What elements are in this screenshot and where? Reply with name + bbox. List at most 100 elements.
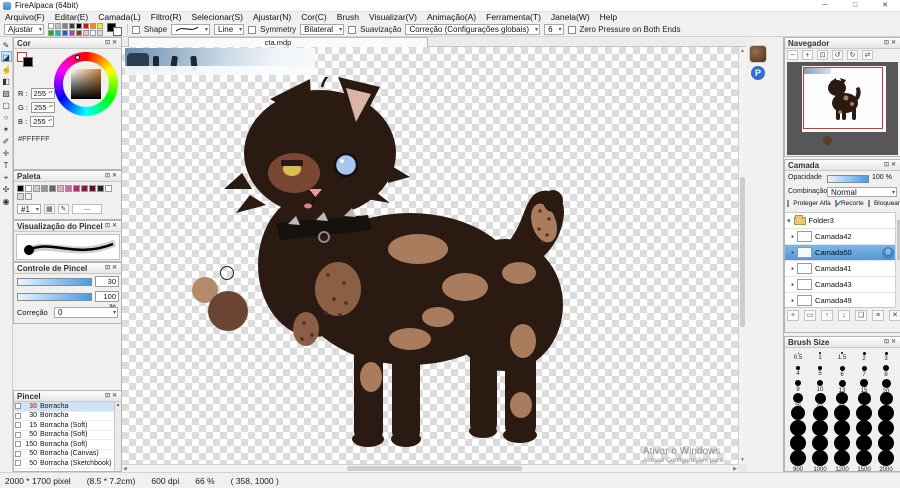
quick-color-swatch-15[interactable] — [96, 30, 103, 36]
layer-settings-icon[interactable]: ⚙ — [882, 247, 894, 259]
panel-close-icon[interactable]: ✕ — [891, 162, 898, 168]
shape-checkbox[interactable] — [131, 25, 140, 34]
vertical-scroll-thumb[interactable] — [740, 177, 745, 327]
panel-title-icons[interactable]: ⊡✕ — [105, 391, 119, 402]
brush-visible-checkbox[interactable] — [15, 403, 21, 410]
brush-size-1000[interactable]: 1000 — [809, 450, 831, 473]
panel-close-icon[interactable]: ✕ — [891, 40, 898, 46]
panel-title-icons[interactable]: ⊡✕ — [884, 160, 898, 171]
duplicate-layer-icon[interactable]: ❏ — [855, 310, 867, 321]
brush-size-3[interactable]: 3 — [875, 349, 897, 364]
select-pen-tool-icon[interactable]: ✐ — [1, 135, 12, 146]
palette-swatch-8[interactable] — [81, 185, 88, 192]
actual-size-icon[interactable]: ⊡ — [817, 50, 828, 60]
brush-visible-checkbox[interactable] — [15, 450, 21, 457]
panel-title-icons[interactable]: ⊡✕ — [105, 38, 119, 49]
quick-color-swatch-8[interactable] — [47, 30, 54, 36]
menu-item-cor-c[interactable]: Cor(C) — [296, 12, 332, 23]
text-tool-icon[interactable]: T — [1, 159, 12, 170]
palette-swatch-13[interactable] — [25, 193, 32, 200]
quick-color-swatch-13[interactable] — [82, 30, 89, 36]
brush-visible-checkbox[interactable] — [15, 441, 21, 448]
brush-opacity-slider[interactable] — [17, 293, 92, 301]
menu-item-visualizar-v[interactable]: Visualizar(V) — [364, 12, 422, 23]
quick-color-swatch-3[interactable] — [68, 23, 75, 29]
panel-dock-icon[interactable]: ⊡ — [884, 40, 891, 46]
palette-swatch-3[interactable] — [41, 185, 48, 192]
quick-color-swatch-7[interactable] — [96, 23, 103, 29]
brush-row-0[interactable]: 30 Borracha — [14, 402, 116, 412]
preset-dropdown[interactable]: Ajustar — [4, 24, 44, 35]
move-tool-icon[interactable]: ✛ — [1, 147, 12, 158]
zero-pressure-checkbox[interactable] — [567, 25, 576, 34]
red-field[interactable]: 255 — [30, 88, 55, 99]
brush-row-2[interactable]: 15 Borracha (Soft) — [14, 421, 116, 431]
panel-close-icon[interactable]: ✕ — [112, 173, 119, 179]
delete-layer-icon[interactable]: ✕ — [889, 310, 900, 321]
palette-swatch-0[interactable] — [17, 185, 24, 192]
quick-color-swatch-2[interactable] — [61, 23, 68, 29]
brush-size-8[interactable]: 8 — [875, 364, 897, 379]
correction-dropdown[interactable]: 0 — [54, 307, 118, 318]
panel-close-icon[interactable]: ✕ — [112, 223, 119, 229]
layer-list-scrollbar[interactable] — [895, 212, 900, 308]
brush-size-5[interactable]: 5 — [809, 364, 831, 379]
brush-size-9[interactable]: 9 — [787, 379, 809, 394]
close-button[interactable]: ✕ — [870, 0, 900, 12]
p-badge-icon[interactable]: P — [751, 66, 765, 80]
hand-tool-icon[interactable]: ✣ — [1, 183, 12, 194]
panel-dock-icon[interactable]: ⊡ — [105, 40, 112, 46]
palette-swatch-6[interactable] — [65, 185, 72, 192]
merge-down-icon[interactable]: ≡ — [872, 310, 884, 321]
brush-list-scrollbar[interactable]: ▲ — [114, 402, 121, 471]
clipping-checkbox[interactable] — [834, 199, 843, 208]
brush-visible-checkbox[interactable] — [15, 422, 21, 429]
stabilizer-dropdown[interactable]: Correção (Configurações globais) — [405, 24, 541, 35]
brush-size-6[interactable]: 6 — [831, 364, 853, 379]
hex-value[interactable]: #FFFFFF — [18, 134, 50, 143]
panel-dock-icon[interactable]: ⊡ — [105, 223, 112, 229]
brush-size-900[interactable]: 900 — [787, 450, 809, 473]
horizontal-scroll-thumb[interactable] — [347, 466, 522, 471]
brush-row-6[interactable]: 50 Borracha (Sketchbook) — [14, 459, 116, 469]
panel-dock-icon[interactable]: ⊡ — [105, 393, 112, 399]
saturation-value-box[interactable] — [71, 69, 101, 99]
palette-swatch-4[interactable] — [49, 185, 56, 192]
quick-color-swatch-1[interactable] — [54, 23, 61, 29]
layer-visible-icon[interactable]: ● — [791, 298, 794, 304]
layer-visible-icon[interactable]: ● — [791, 282, 794, 288]
eraser-tool-icon[interactable]: ◪ — [0, 51, 12, 62]
panel-dock-icon[interactable]: ⊡ — [884, 162, 891, 168]
panel-dock-icon[interactable]: ⊡ — [105, 173, 112, 179]
brush-opacity-value[interactable]: 100 % — [95, 291, 119, 311]
scroll-up-icon[interactable]: ▲ — [116, 402, 121, 408]
brush-size-2[interactable]: 2 — [853, 349, 875, 364]
move-up-icon[interactable]: ↑ — [821, 310, 833, 321]
brush-size-2000[interactable]: 2000 — [875, 450, 897, 473]
brush-visible-checkbox[interactable] — [15, 431, 21, 438]
zoom-tool-icon[interactable]: ◉ — [1, 195, 12, 206]
quick-color-swatch-9[interactable] — [54, 30, 61, 36]
brush-visible-checkbox[interactable] — [15, 460, 21, 467]
menu-item-camada-l[interactable]: Camada(L) — [93, 12, 146, 23]
finger-tool-icon[interactable]: ☝ — [1, 63, 12, 74]
panel-close-icon[interactable]: ✕ — [112, 393, 119, 399]
quick-color-swatch-6[interactable] — [89, 23, 96, 29]
panel-dock-icon[interactable]: ⊡ — [105, 265, 112, 271]
minimize-button[interactable]: ─ — [810, 0, 840, 12]
palette-grid-icon[interactable]: ▦ — [43, 204, 55, 214]
brush-size-4[interactable]: 4 — [787, 364, 809, 379]
flip-horizontal-icon[interactable]: ⇄ — [862, 50, 873, 60]
floating-avatar-thumbnail[interactable] — [749, 45, 767, 63]
menu-item-brush[interactable]: Brush — [332, 12, 364, 23]
palette-swatch-2[interactable] — [33, 185, 40, 192]
menu-item-selecionar-s[interactable]: Selecionar(S) — [186, 12, 248, 23]
canvas-tab[interactable]: cta.mdp — [128, 36, 428, 47]
quick-color-swatch-14[interactable] — [89, 30, 96, 36]
brush-size-7[interactable]: 7 — [853, 364, 875, 379]
navigator-thumbnail[interactable] — [787, 62, 898, 155]
brush-size-1500[interactable]: 1500 — [853, 450, 875, 473]
quick-color-swatch-0[interactable] — [47, 23, 54, 29]
brush-size-1200[interactable]: 1200 — [831, 450, 853, 473]
layer-row-folder3[interactable]: ▾ Folder3 — [785, 213, 896, 229]
